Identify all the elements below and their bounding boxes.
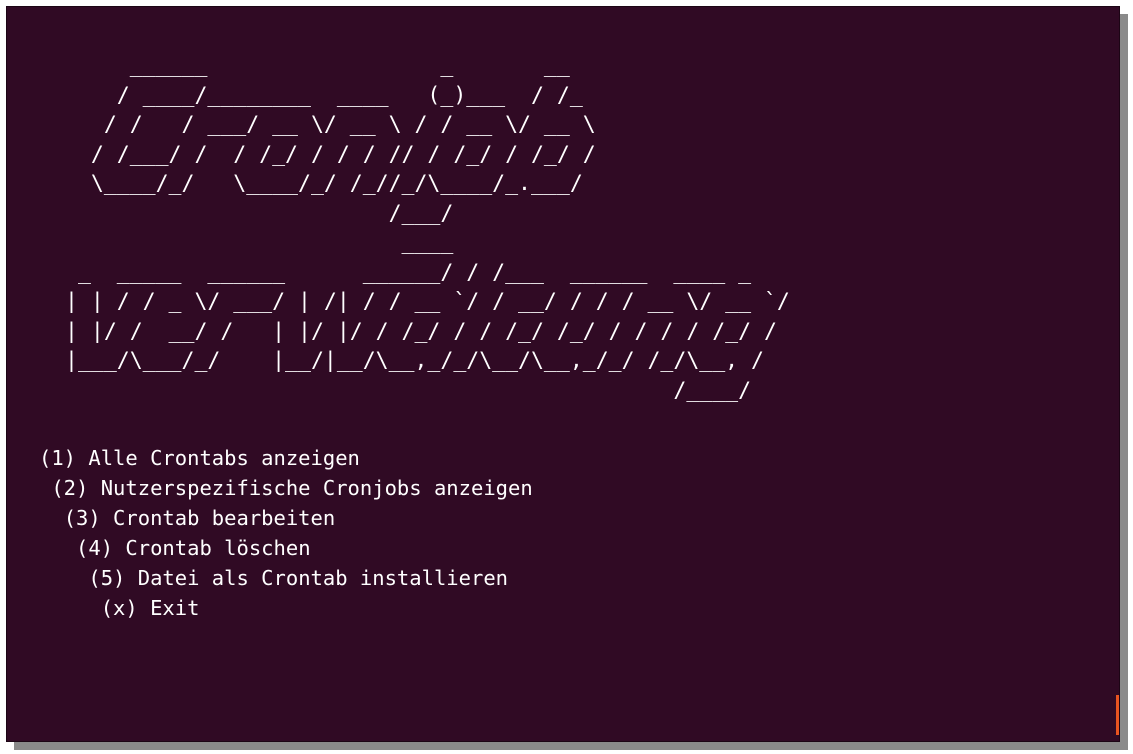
menu-item-label: (x) Exit — [100, 596, 200, 620]
menu-item-indent — [39, 566, 88, 590]
menu-item-crontab-bearbeiten[interactable]: (3) Crontab bearbeiten — [39, 503, 533, 533]
menu-item-label: (3) Crontab bearbeiten — [63, 506, 336, 530]
menu-item-crontab-loeschen[interactable]: (4) Crontab löschen — [39, 533, 533, 563]
menu-item-indent — [39, 536, 76, 560]
menu-item-exit[interactable]: (x) Exit — [39, 593, 533, 623]
menu-item-label: (1) Alle Crontabs anzeigen — [39, 446, 360, 470]
main-menu: (1) Alle Crontabs anzeigen (2) Nutzerspe… — [39, 443, 533, 623]
menu-item-label: (4) Crontab löschen — [76, 536, 311, 560]
menu-item-indent — [39, 506, 64, 530]
menu-item-datei-installieren[interactable]: (5) Datei als Crontab installieren — [39, 563, 533, 593]
menu-item-alle-crontabs[interactable]: (1) Alle Crontabs anzeigen — [39, 443, 533, 473]
ascii-banner: ______ _ __ / ____/________ ____ (_)___ … — [65, 53, 790, 403]
menu-item-indent — [39, 596, 101, 620]
screenshot-frame: ______ _ __ / ____/________ ____ (_)___ … — [0, 0, 1133, 754]
menu-item-label: (2) Nutzerspezifische Cronjobs anzeigen — [51, 476, 533, 500]
terminal-cursor — [1116, 695, 1119, 735]
menu-item-nutzerspezifische-cronjobs[interactable]: (2) Nutzerspezifische Cronjobs anzeigen — [39, 473, 533, 503]
terminal-window[interactable]: ______ _ __ / ____/________ ____ (_)___ … — [6, 6, 1120, 742]
menu-item-indent — [39, 476, 51, 500]
menu-item-label: (5) Datei als Crontab installieren — [88, 566, 509, 590]
